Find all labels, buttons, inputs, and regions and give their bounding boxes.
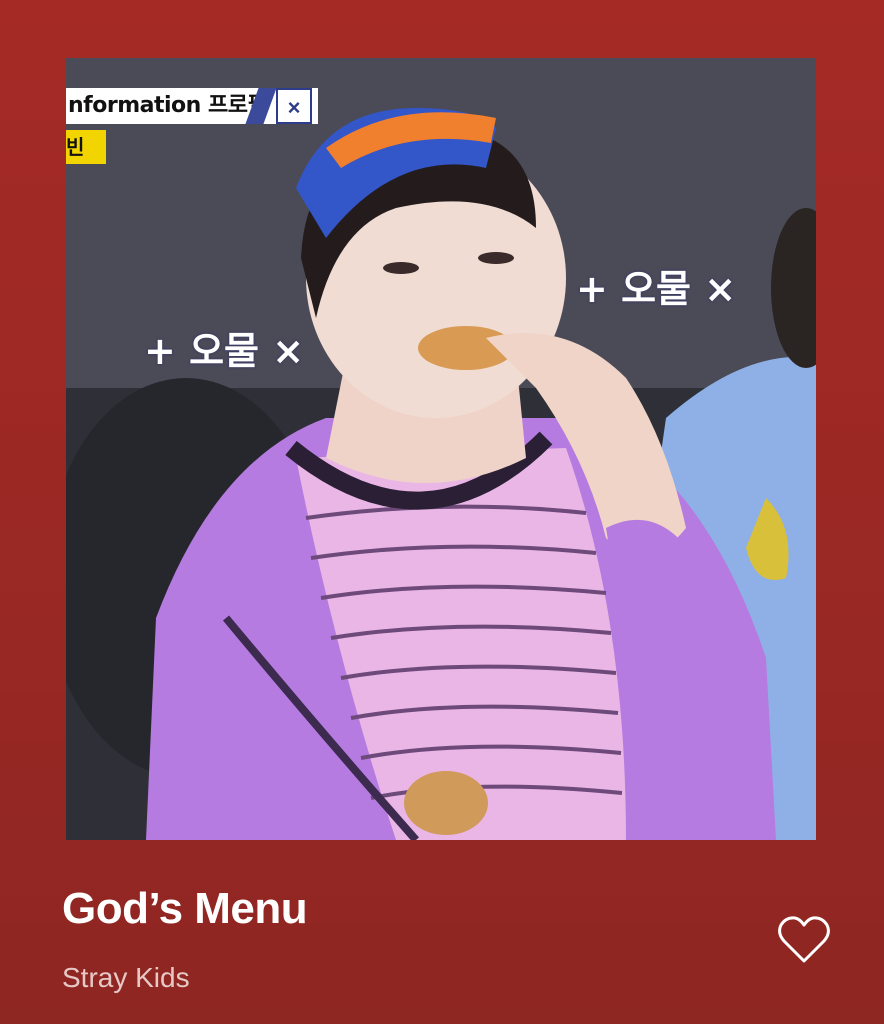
artwork-photo	[66, 58, 816, 840]
track-title: God’s Menu	[62, 884, 308, 933]
broadcast-name-tag: 빈	[66, 130, 106, 164]
caption-right: + 오물 ×	[576, 267, 737, 311]
like-button[interactable]	[776, 912, 832, 968]
caption-left: + 오물 ×	[144, 329, 305, 373]
heart-outline-icon[interactable]	[776, 912, 832, 968]
broadcast-close-mark: ×	[276, 88, 312, 124]
album-artwork: nformation 프로필 × 빈 + 오물 × + 오물 ×	[66, 58, 816, 840]
track-artist[interactable]: Stray Kids	[62, 962, 190, 994]
